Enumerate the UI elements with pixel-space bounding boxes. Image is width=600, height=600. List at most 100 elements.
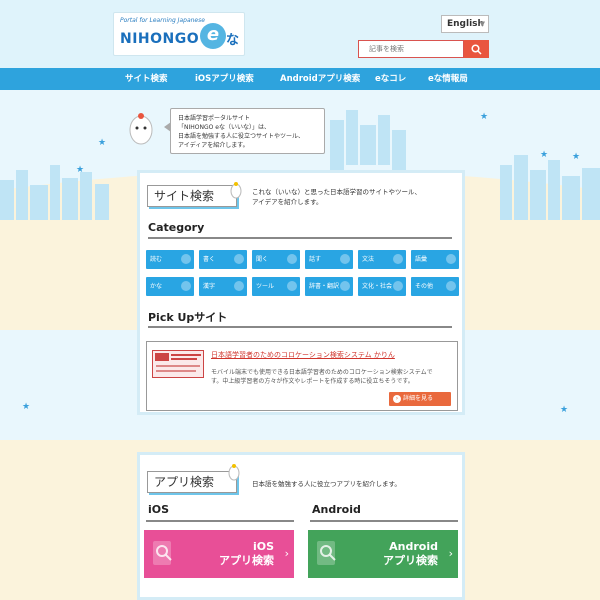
- language-select[interactable]: English ▼: [441, 15, 489, 33]
- mascot-icon: [228, 464, 240, 481]
- label-line: アプリ検索: [219, 554, 274, 567]
- category-label: 聞く: [256, 256, 269, 263]
- star-icon: ★: [76, 165, 85, 175]
- app-search-description: 日本語を勉強する人に役立つアプリを紹介します。: [252, 480, 401, 488]
- search-icon: [471, 44, 482, 55]
- label-line: iOS: [252, 540, 274, 553]
- app-search-panel: アプリ検索 日本語を勉強する人に役立つアプリを紹介します。 iOS Androi…: [137, 452, 465, 600]
- pickup-title-link[interactable]: 日本語学習者のためのコロケーション検索システム かりん: [211, 350, 395, 360]
- nav-ios-search[interactable]: iOSアプリ検索: [195, 68, 254, 90]
- ios-app-search-button[interactable]: iOS アプリ検索 ›: [144, 530, 294, 578]
- chevron-down-icon: ▼: [479, 20, 485, 28]
- category-label: 語彙: [415, 256, 428, 263]
- kana-icon: [181, 281, 191, 291]
- dictionary-icon: [340, 281, 350, 291]
- star-icon: ★: [560, 405, 569, 415]
- ios-button-label: iOS アプリ検索: [219, 540, 274, 568]
- category-listening-button[interactable]: 聞く: [252, 250, 300, 269]
- star-icon: ★: [98, 138, 107, 148]
- kanji-icon: [234, 281, 244, 291]
- pickup-description: モバイル端末でも使用できる日本語学習者のためのコロケーション検索システムで す。…: [211, 368, 447, 386]
- intro-line: 「NIHONGO eな（いいな）」は、: [178, 124, 270, 131]
- category-grammar-button[interactable]: 文法: [358, 250, 406, 269]
- category-speaking-button[interactable]: 話す: [305, 250, 353, 269]
- description-line: モバイル端末でも使用できる日本語学習者のためのコロケーション検索システムで: [211, 369, 433, 376]
- star-icon: ★: [540, 150, 549, 160]
- headphones-icon: [287, 254, 297, 264]
- intro-line: 日本語を勉強する人に役立つサイトやツール、: [178, 133, 305, 140]
- magnifier-phone-icon: [317, 541, 336, 565]
- logo-wordmark: NIHONGO: [120, 31, 200, 47]
- category-kanji-button[interactable]: 漢字: [199, 277, 247, 296]
- speech-bubble-icon: [340, 254, 350, 264]
- category-label: 書く: [203, 256, 216, 263]
- divider: [148, 237, 452, 239]
- intro-line: アイディアを紹介します。: [178, 142, 249, 149]
- intro-speech-bubble: 日本語学習ポータルサイト 「NIHONGO eな（いいな）」は、 日本語を勉強す…: [170, 108, 325, 154]
- category-label: 文法: [362, 256, 375, 263]
- app-search-heading: アプリ検索: [147, 471, 237, 493]
- pen-icon: [393, 254, 403, 264]
- star-icon: ★: [480, 112, 489, 122]
- site-search-panel: サイト検索 これな（いいな）と思った日本語学習のサイトやツール、 アイデアを紹介…: [137, 170, 465, 415]
- search-input[interactable]: [358, 40, 464, 58]
- karin-thumbnail-image: [155, 353, 201, 372]
- android-button-label: Android アプリ検索: [383, 540, 438, 568]
- category-dictionary-button[interactable]: 辞書・翻訳: [305, 277, 353, 296]
- description-line: これな（いいな）と思った日本語学習のサイトやツール、: [252, 188, 421, 196]
- search-button[interactable]: [464, 40, 489, 58]
- main-nav: サイト検索 iOSアプリ検索 Androidアプリ検索 eなコレ eな情報局: [0, 68, 600, 90]
- category-culture-button[interactable]: 文化・社会: [358, 277, 406, 296]
- see-details-button[interactable]: › 詳細を見る: [389, 392, 451, 406]
- logo-tagline: Portal for Learning Japanese: [120, 17, 205, 24]
- divider: [146, 520, 294, 522]
- mascot-icon: [230, 182, 242, 199]
- pickup-heading: Pick Upサイト: [148, 311, 228, 324]
- logo-e-mark: e: [200, 23, 226, 49]
- book-icon: [181, 254, 191, 264]
- category-kana-button[interactable]: かな: [146, 277, 194, 296]
- pickup-card: 日本語学習者のためのコロケーション検索システム かりん モバイル端末でも使用でき…: [146, 341, 458, 411]
- arrow-right-icon: ›: [393, 395, 401, 403]
- category-other-button[interactable]: その他: [411, 277, 459, 296]
- category-label: 話す: [309, 256, 322, 263]
- category-label: その他: [415, 283, 434, 290]
- intro-line: 日本語学習ポータルサイト: [178, 115, 251, 122]
- chevron-right-icon: ›: [284, 547, 289, 560]
- ios-heading: iOS: [148, 503, 170, 516]
- window-icon: [446, 281, 456, 291]
- divider: [310, 520, 458, 522]
- nav-ena-info[interactable]: eな情報局: [428, 68, 468, 90]
- nav-ena-kore[interactable]: eなコレ: [375, 68, 406, 90]
- category-reading-button[interactable]: 読む: [146, 250, 194, 269]
- description-line: す。中上級学習者の方々が作文やレポートを作成する時に役立ちそうです。: [211, 378, 414, 385]
- logo-na: な: [226, 33, 240, 48]
- nav-site-search[interactable]: サイト検索: [125, 68, 168, 90]
- category-vocabulary-button[interactable]: 語彙: [411, 250, 459, 269]
- star-icon: ★: [22, 402, 31, 412]
- magnifier-phone-icon: [153, 541, 172, 565]
- site-search-description: これな（いいな）と思った日本語学習のサイトやツール、 アイデアを紹介します。: [252, 187, 421, 207]
- nav-android-search[interactable]: Androidアプリ検索: [280, 68, 360, 90]
- site-logo[interactable]: Portal for Learning Japanese NIHONGO e な: [113, 12, 245, 56]
- category-label: ツール: [256, 283, 275, 290]
- category-label: 読む: [150, 256, 163, 263]
- language-selected: English: [447, 19, 484, 29]
- header: Portal for Learning Japanese NIHONGO e な…: [0, 0, 600, 68]
- star-icon: [287, 281, 297, 291]
- button-label: 詳細を見る: [403, 395, 434, 402]
- category-label: 文化・社会: [362, 283, 393, 290]
- mascot-illustration: [129, 113, 153, 145]
- pickup-thumbnail[interactable]: [152, 350, 204, 378]
- android-heading: Android: [312, 503, 361, 516]
- star-icon: ★: [572, 152, 581, 162]
- category-tools-button[interactable]: ツール: [252, 277, 300, 296]
- category-label: かな: [150, 283, 163, 290]
- pencil-icon: [234, 254, 244, 264]
- category-label: 漢字: [203, 283, 216, 290]
- category-writing-button[interactable]: 書く: [199, 250, 247, 269]
- label-line: アプリ検索: [383, 554, 438, 567]
- category-label: 辞書・翻訳: [309, 283, 340, 290]
- label-line: Android: [389, 540, 438, 553]
- android-app-search-button[interactable]: Android アプリ検索 ›: [308, 530, 458, 578]
